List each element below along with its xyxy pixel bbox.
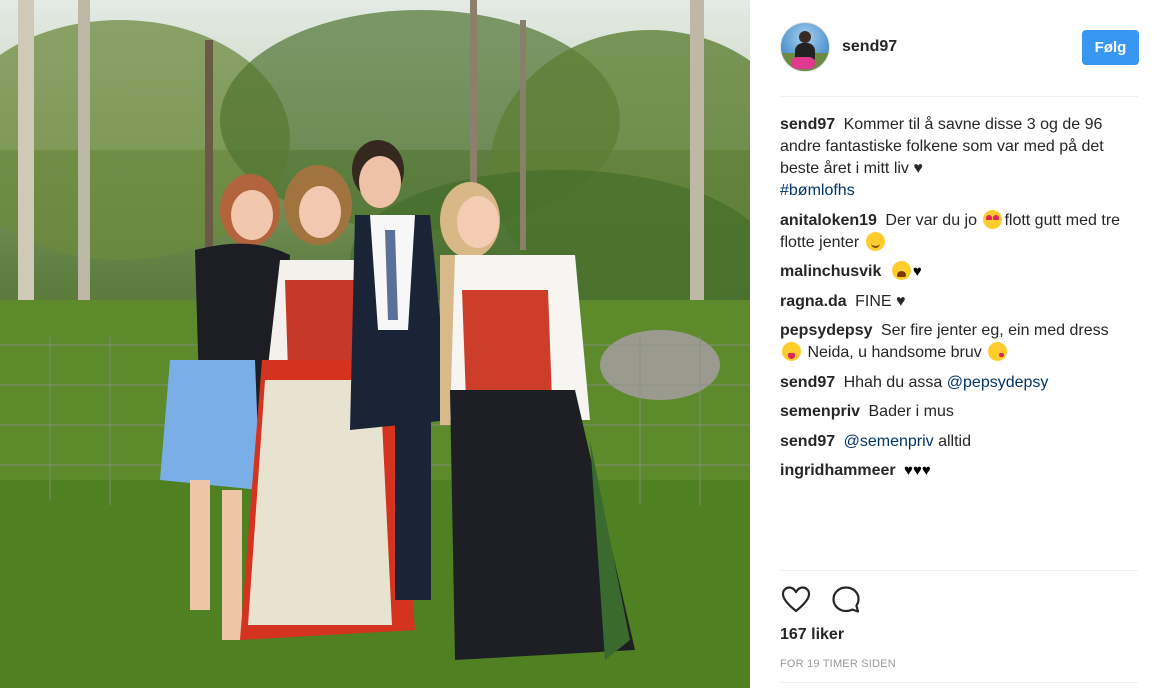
heart-eyes-emoji-icon (983, 209, 1003, 229)
hashtag-link[interactable]: #bømlofhs (780, 182, 855, 199)
comment: ragna.da FINE ♥ (780, 291, 1138, 313)
post-author-username[interactable]: send97 (842, 38, 897, 56)
tongue-emoji-icon (782, 342, 801, 361)
comment-username[interactable]: ingridhammeer (780, 462, 896, 479)
weary-emoji-icon (891, 261, 911, 280)
comment-username[interactable]: ragna.da (780, 293, 847, 310)
avatar-pink (791, 57, 815, 69)
actions-divider (780, 570, 1138, 571)
comment-text: Neida, u handsome bruv (807, 344, 982, 361)
comment: send97 @semenpriv alltid (780, 431, 1138, 453)
mention-link[interactable]: @semenpriv (844, 433, 934, 450)
avatar-head (799, 31, 811, 43)
comment-list: send97 Kommer til å savne disse 3 og de … (780, 114, 1138, 490)
comment: semenpriv Bader i mus (780, 401, 1138, 423)
header-divider (780, 96, 1138, 97)
comment: send97 Hhah du assa @pepsydepsy (780, 372, 1138, 394)
comment-text: ♥♥♥ (904, 462, 931, 479)
avatar[interactable] (780, 22, 830, 72)
comment: pepsydepsy Ser fire jenter eg, ein med d… (780, 320, 1138, 364)
comment-button[interactable] (830, 584, 862, 616)
post-header: send97 Følg (780, 22, 1139, 74)
comment-text: Der var du jo (885, 211, 977, 229)
like-button[interactable] (780, 584, 812, 616)
comment-username[interactable]: malinchusvik (780, 263, 881, 280)
wink-emoji-icon (988, 342, 1008, 361)
comment-username[interactable]: send97 (780, 374, 835, 391)
comment-username[interactable]: anitaloken19 (780, 212, 877, 229)
comment: malinchusvik ♥ (780, 261, 1138, 283)
speech-bubble-icon (832, 586, 860, 613)
post-photo[interactable] (0, 0, 750, 688)
mention-link[interactable]: @pepsydepsy (947, 374, 1049, 391)
comment: ingridhammeer ♥♥♥ (780, 460, 1138, 482)
comment: anitaloken19 Der var du jo flott gutt me… (780, 209, 1138, 254)
comment-username[interactable]: send97 (780, 116, 835, 133)
comment-text: Hhah du assa (843, 373, 943, 391)
post-actions (780, 584, 1138, 616)
comment-username[interactable]: pepsydepsy (780, 322, 872, 339)
comment-caption: send97 Kommer til å savne disse 3 og de … (780, 114, 1138, 202)
comment-text: Ser fire jenter eg, ein med dress (880, 322, 1109, 339)
like-count[interactable]: 167 liker (780, 626, 844, 644)
comment-text: FINE ♥ (855, 292, 906, 310)
comment-username[interactable]: send97 (780, 433, 835, 450)
comment-text: ♥ (912, 263, 922, 280)
heart-outline-icon (781, 586, 811, 613)
post-timestamp[interactable]: FOR 19 TIMER SIDEN (780, 658, 896, 670)
comment-text: Bader i mus (868, 403, 954, 420)
photo-illustration (0, 0, 750, 688)
post-side-panel: send97 Følg send97 Kommer til å savne di… (750, 0, 1168, 688)
comment-username[interactable]: semenpriv (780, 403, 860, 420)
smile-emoji-icon (865, 231, 885, 251)
footer-divider (780, 682, 1138, 683)
comment-text: alltid (938, 432, 971, 450)
follow-button[interactable]: Følg (1082, 30, 1139, 65)
